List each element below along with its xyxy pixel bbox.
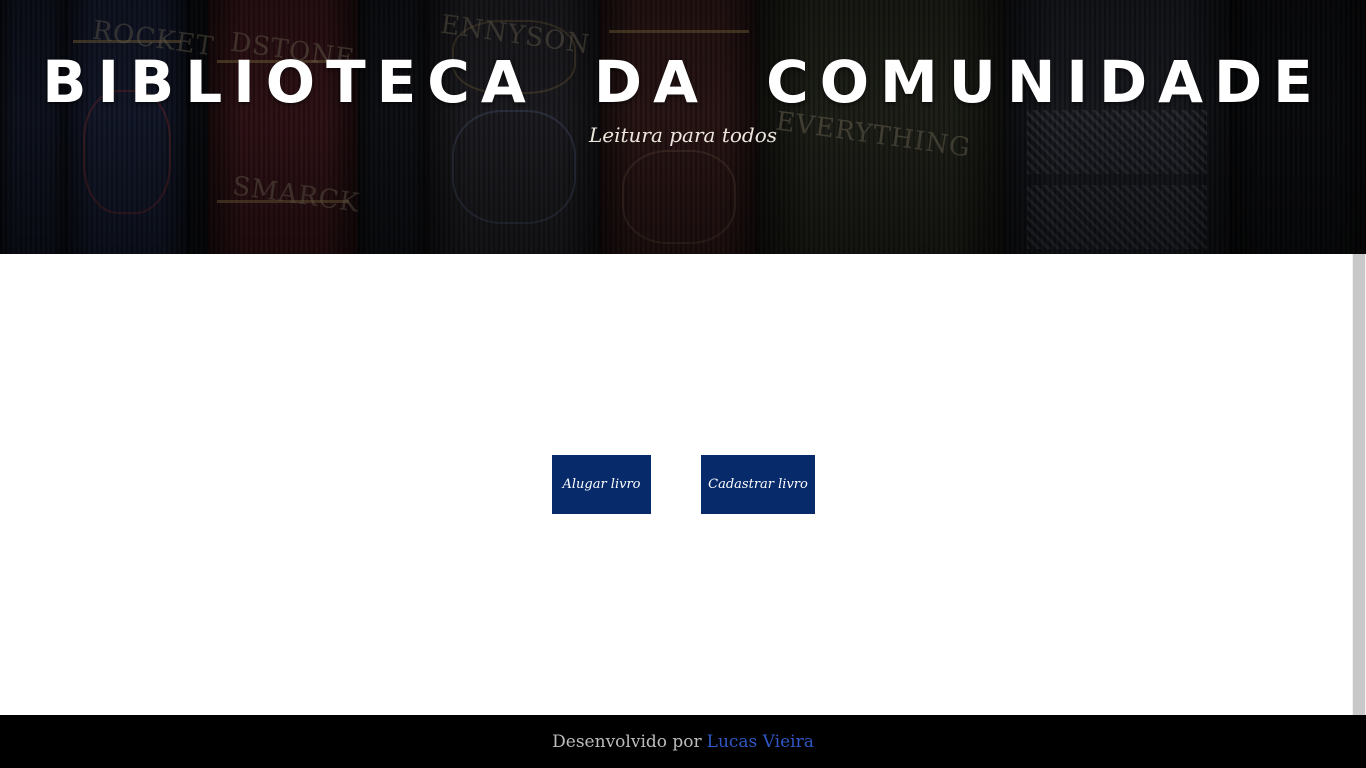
page-scrollbar[interactable]: [1352, 254, 1366, 715]
page-subtitle: Leitura para todos: [588, 123, 778, 147]
author-link[interactable]: Lucas Vieira: [707, 732, 814, 752]
main-content: Alugar livro Cadastrar livro: [0, 254, 1352, 715]
rent-book-button[interactable]: Alugar livro: [552, 455, 651, 514]
site-footer: Desenvolvido por Lucas Vieira: [0, 715, 1366, 768]
site-header: ROCKET DSTONE SMARCK ENNYSON EVERYTHING …: [0, 0, 1366, 254]
footer-credit-text: Desenvolvido por: [552, 731, 702, 752]
scrollbar-thumb[interactable]: [1353, 254, 1365, 715]
page-title: BIBLIOTECA DA COMUNIDADE: [42, 48, 1324, 116]
register-book-button[interactable]: Cadastrar livro: [701, 455, 815, 514]
action-buttons: Alugar livro Cadastrar livro: [552, 455, 815, 514]
